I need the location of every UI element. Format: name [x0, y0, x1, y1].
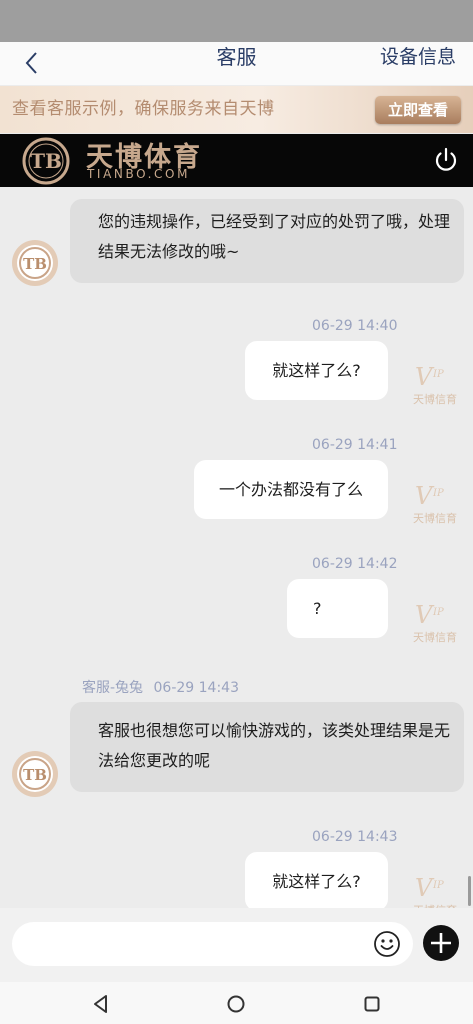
system-navigation-bar [0, 982, 473, 1024]
promo-text: 查看客服示例，确保服务来自天博 [12, 99, 275, 119]
svg-text:IP: IP [432, 488, 444, 499]
user-message-bubble: 就这样了么? [245, 341, 388, 400]
view-now-button[interactable]: 立即查看 [375, 96, 461, 124]
vip-icon: V IP [415, 363, 444, 391]
status-bar [0, 0, 473, 42]
promo-banner: 查看客服示例，确保服务来自天博 立即查看 [0, 86, 473, 133]
vip-badge: VIP 天博信育 [411, 361, 461, 407]
home-circle-icon[interactable] [223, 991, 249, 1017]
agent-sender-line: 客服-兔兔 06-29 14:43 [82, 677, 239, 697]
message-input[interactable] [12, 922, 413, 966]
vip-badge: VIP 天博信育 [411, 480, 461, 526]
user-message-bubble: 一个办法都没有了么 [194, 460, 388, 519]
svg-text:V: V [415, 363, 435, 391]
message-timestamp: 06-29 14:40 [312, 318, 398, 334]
agent-avatar-icon: TB [12, 240, 58, 286]
message-text: 就这样了么? [272, 872, 361, 891]
message-timestamp: 06-29 14:43 [153, 680, 239, 696]
message-input-bar [0, 908, 473, 982]
svg-text:IP: IP [432, 607, 444, 618]
add-attachment-button[interactable] [423, 925, 459, 961]
vip-icon: V IP [415, 874, 444, 902]
agent-name: 客服-兔兔 [82, 680, 144, 696]
svg-text:V: V [415, 601, 435, 629]
vip-caption: 天博信育 [413, 393, 457, 406]
device-info-button[interactable]: 设备信息 [380, 42, 456, 72]
chat-area[interactable]: 您的违规操作，已经受到了对应的处罚了哦，处理结果无法修改的哦~ TB 06-29… [0, 188, 473, 908]
vip-badge: VIP 天博信育 [411, 599, 461, 645]
vip-badge: VIP 天博信育 [411, 872, 461, 908]
agent-message-bubble: 您的违规操作，已经受到了对应的处罚了哦，处理结果无法修改的哦~ [70, 199, 464, 283]
user-message-bubble: 就这样了么? [245, 852, 388, 908]
message-timestamp: 06-29 14:42 [312, 556, 398, 572]
back-triangle-icon[interactable] [88, 991, 114, 1017]
message-timestamp: 06-29 14:41 [312, 437, 398, 453]
svg-text:IP: IP [432, 880, 444, 891]
top-nav-bar: 客服 设备信息 [0, 42, 473, 85]
svg-text:IP: IP [432, 369, 444, 380]
user-message-bubble: ? [287, 579, 388, 638]
message-text: 客服也很想您可以愉快游戏的，该类处理结果是无法给您更改的呢 [98, 721, 451, 770]
scrollbar-thumb[interactable] [468, 876, 471, 906]
back-button[interactable] [16, 48, 46, 78]
svg-text:TB: TB [23, 766, 47, 784]
svg-text:TB: TB [23, 255, 47, 273]
chevron-left-icon [25, 52, 37, 74]
brand-bar: TB 天博体育 TIANBO.COM [0, 134, 473, 187]
brand-url: TIANBO.COM [87, 167, 191, 181]
vip-caption: 天博信育 [413, 512, 457, 525]
plus-icon [431, 933, 451, 953]
vip-icon: V IP [415, 482, 444, 510]
message-text: ? [313, 599, 322, 618]
agent-avatar-icon: TB [12, 751, 58, 797]
logo-letters: TB [30, 149, 62, 173]
message-text: 一个办法都没有了么 [218, 480, 363, 499]
svg-text:V: V [415, 874, 435, 902]
tianbo-logo-icon: TB [22, 137, 70, 185]
smiley-icon[interactable] [373, 930, 401, 958]
agent-message-bubble: 客服也很想您可以愉快游戏的，该类处理结果是无法给您更改的呢 [70, 702, 464, 792]
recents-square-icon[interactable] [359, 991, 385, 1017]
message-text: 您的违规操作，已经受到了对应的处罚了哦，处理结果无法修改的哦~ [98, 212, 451, 261]
svg-text:V: V [415, 482, 435, 510]
vip-icon: V IP [415, 601, 444, 629]
message-timestamp: 06-29 14:43 [312, 829, 398, 845]
power-icon[interactable] [432, 146, 460, 174]
message-text: 就这样了么? [272, 361, 361, 380]
vip-caption: 天博信育 [413, 631, 457, 644]
